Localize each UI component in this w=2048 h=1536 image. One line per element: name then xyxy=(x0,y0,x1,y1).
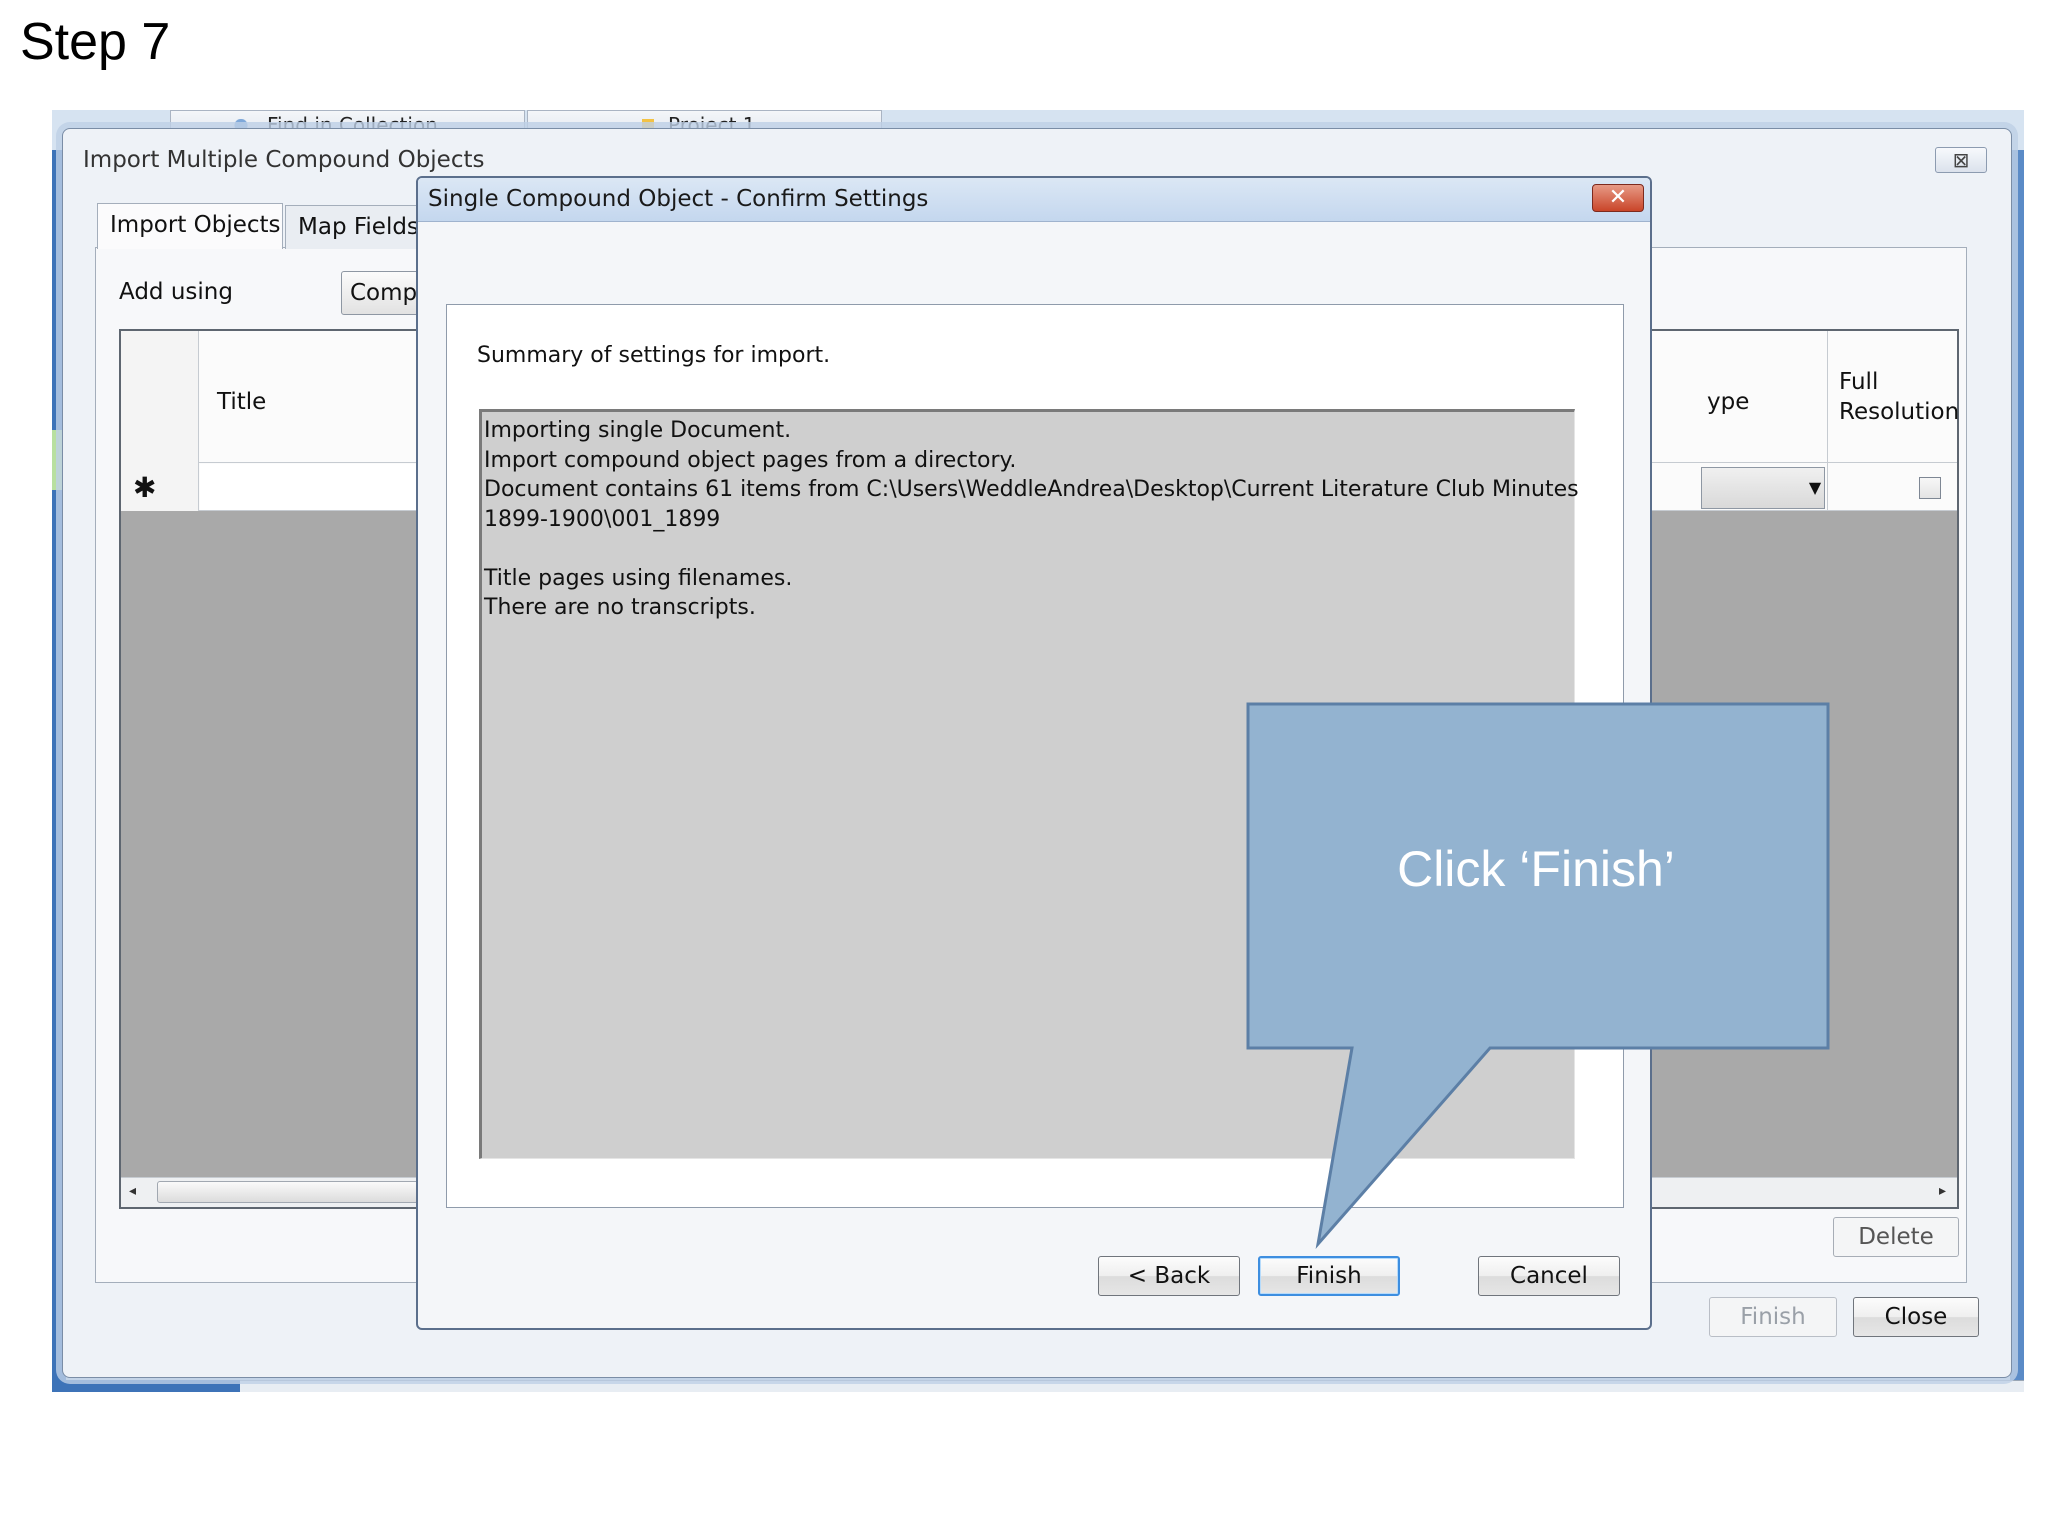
title-cell[interactable] xyxy=(200,464,422,510)
summary-label: Summary of settings for import. xyxy=(477,343,831,368)
callout-text: Click ‘Finish’ xyxy=(1397,841,1675,897)
modal-title: Single Compound Object - Confirm Setting… xyxy=(428,186,929,212)
add-using-label: Add using xyxy=(119,279,233,305)
full-resolution-checkbox[interactable] xyxy=(1919,477,1941,499)
tab-map-fields[interactable]: Map Fields xyxy=(285,205,435,249)
summary-line: Importing single Document. xyxy=(484,418,792,443)
new-row-asterisk-icon: ✱ xyxy=(133,471,157,504)
scroll-left-arrow-icon[interactable]: ◂ xyxy=(129,1183,136,1199)
column-header-type[interactable]: ype xyxy=(1707,389,1749,415)
back-button[interactable]: < Back xyxy=(1098,1256,1240,1296)
summary-line: There are no transcripts. xyxy=(484,595,756,620)
finish-button[interactable]: Finish xyxy=(1258,1256,1400,1296)
summary-line: Title pages using filenames. xyxy=(484,565,793,591)
outer-finish-button[interactable]: Finish xyxy=(1709,1297,1837,1337)
summary-line: 1899-1900\001_1899 xyxy=(484,506,721,532)
delete-button[interactable]: Delete xyxy=(1833,1217,1959,1257)
summary-line: Document contains 61 items from C:\Users… xyxy=(484,477,1579,502)
dropdown-arrow-icon[interactable]: ▼ xyxy=(1805,469,1825,507)
background-status-accent xyxy=(52,1380,240,1392)
outer-dialog-title: Import Multiple Compound Objects xyxy=(83,147,485,173)
callout-bubble-shape xyxy=(1246,702,1830,1249)
outer-dialog-close-button[interactable]: ⊠ xyxy=(1935,147,1987,173)
summary-line: Import compound object pages from a dire… xyxy=(484,447,1017,473)
modal-close-button[interactable]: ✕ xyxy=(1592,184,1644,212)
cancel-button[interactable]: Cancel xyxy=(1478,1256,1620,1296)
close-button[interactable]: Close xyxy=(1853,1297,1979,1337)
tab-import-objects[interactable]: Import Objects xyxy=(97,203,283,249)
column-divider xyxy=(1827,331,1828,511)
background-status-strip xyxy=(52,1380,2024,1392)
background-right-strip xyxy=(2010,150,2024,1392)
callout-speech-bubble xyxy=(1246,702,1830,1249)
step-title: Step 7 xyxy=(20,13,171,71)
column-header-title[interactable]: Title xyxy=(217,389,266,415)
summary-line xyxy=(484,534,1574,564)
column-header-full-resolution[interactable]: Full Resolution xyxy=(1839,367,1979,427)
scroll-right-arrow-icon[interactable]: ▸ xyxy=(1939,1183,1946,1199)
scrollbar-thumb[interactable] xyxy=(157,1181,457,1203)
